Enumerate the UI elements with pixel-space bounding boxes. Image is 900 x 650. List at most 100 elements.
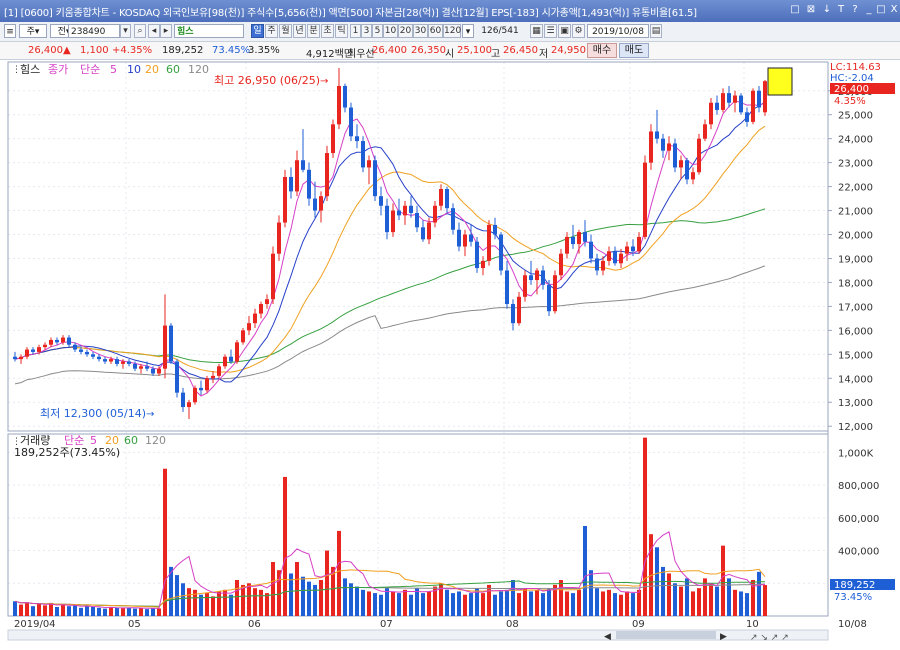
menu-list-icon[interactable]: ≡ bbox=[4, 24, 16, 38]
settings-gear-icon[interactable]: ⚙ bbox=[572, 24, 585, 38]
prev-stock-icon[interactable]: ◂ bbox=[148, 24, 160, 38]
period-tick-button[interactable]: 틱 bbox=[335, 24, 348, 38]
current-price: 26,400 bbox=[28, 45, 63, 56]
lc-label: LC:114.63 bbox=[830, 62, 881, 73]
custom-period-dropdown[interactable]: ▾ bbox=[462, 24, 474, 38]
low-price: 24,950 bbox=[551, 45, 586, 56]
date-tick-label: 2019/04 bbox=[14, 619, 56, 630]
period-minute-button[interactable]: 분 bbox=[307, 24, 320, 38]
volume-bar bbox=[175, 575, 179, 616]
stock-chart[interactable]: 26,00025,00024,00023,00022,00021,00020,0… bbox=[0, 60, 900, 650]
minute-10-button[interactable]: 10 bbox=[383, 24, 398, 38]
candle-body bbox=[247, 323, 251, 331]
candle-body bbox=[691, 172, 695, 180]
volume-bar bbox=[409, 594, 413, 616]
candle-body bbox=[637, 236, 641, 252]
volume-bar bbox=[337, 530, 341, 616]
candle-body bbox=[181, 392, 185, 408]
help-icon[interactable]: ? bbox=[848, 4, 862, 15]
volume-bar bbox=[115, 607, 119, 616]
volume-bar bbox=[715, 586, 719, 616]
restore-icon[interactable]: □ bbox=[788, 4, 802, 15]
minute-60-button[interactable]: 60 bbox=[428, 24, 443, 38]
candle-body bbox=[439, 188, 443, 206]
close-button[interactable]: X bbox=[887, 4, 900, 15]
stock-code-input[interactable]: 238490 bbox=[68, 24, 120, 38]
period-day-button[interactable]: 일 bbox=[251, 24, 264, 38]
period-year-button[interactable]: 년 bbox=[293, 24, 306, 38]
volume-bar bbox=[103, 608, 107, 616]
search-icon[interactable]: ⌕ bbox=[134, 24, 146, 38]
candle-body bbox=[409, 205, 413, 213]
volume-bar bbox=[445, 589, 449, 616]
candle-body bbox=[163, 325, 167, 369]
volume-bar bbox=[313, 584, 317, 616]
up-arrow-icon: ▲ bbox=[63, 45, 71, 56]
minute-30-button[interactable]: 30 bbox=[413, 24, 428, 38]
sell-button[interactable]: 매도 bbox=[619, 43, 649, 58]
volume-bar bbox=[415, 588, 419, 616]
candle-body bbox=[61, 337, 65, 343]
current-price-marker[interactable] bbox=[767, 67, 793, 96]
scroll-left-icon[interactable]: ◀ bbox=[604, 632, 611, 642]
stock-name-field[interactable]: 힘스 bbox=[174, 24, 244, 38]
candle-body bbox=[763, 81, 767, 113]
minute-20-button[interactable]: 20 bbox=[398, 24, 413, 38]
font-icon[interactable]: T bbox=[834, 4, 848, 15]
legend-ma20: 20 bbox=[145, 63, 159, 76]
volume-bar bbox=[163, 468, 167, 616]
volume-bar bbox=[355, 586, 359, 616]
candle-body bbox=[31, 349, 35, 352]
volume-bar bbox=[727, 578, 731, 616]
candle-body bbox=[259, 304, 263, 314]
list-view-icon[interactable]: ☰ bbox=[544, 24, 557, 38]
scroll-thumb[interactable] bbox=[616, 631, 716, 639]
current-price-pct: 4.35% bbox=[834, 96, 866, 107]
candle-body bbox=[43, 344, 47, 348]
minute-5-button[interactable]: 5 bbox=[372, 24, 383, 38]
candle-body bbox=[421, 227, 425, 240]
grid-view-icon[interactable]: ▦ bbox=[530, 24, 543, 38]
candle-body bbox=[355, 136, 359, 142]
next-stock-icon[interactable]: ▸ bbox=[160, 24, 172, 38]
candle-body bbox=[229, 356, 233, 362]
download-icon[interactable]: ↓ bbox=[820, 4, 834, 15]
minute-120-button[interactable]: 120 bbox=[443, 24, 461, 38]
candle-body bbox=[403, 205, 407, 216]
maximize-button[interactable]: □ bbox=[874, 4, 888, 15]
calendar-icon[interactable]: ▤ bbox=[650, 24, 662, 38]
volume-bar bbox=[547, 588, 551, 616]
volume-bar bbox=[343, 578, 347, 616]
volume-bar bbox=[517, 593, 521, 616]
volume-value-tag-text: 189,252 bbox=[834, 580, 875, 591]
volume-bar bbox=[97, 607, 101, 616]
candle-body bbox=[145, 366, 149, 369]
volume-bar bbox=[61, 604, 65, 616]
candle-body bbox=[475, 241, 479, 269]
turnover-rate: 3.35% bbox=[248, 45, 280, 56]
candle-body bbox=[151, 368, 155, 374]
minute-3-button[interactable]: 3 bbox=[361, 24, 372, 38]
code-dropdown-icon[interactable]: ▾ bbox=[120, 24, 131, 38]
zoom-tools-icon[interactable]: ↗ ↘ ↗ ↗ bbox=[750, 633, 789, 643]
link-icon[interactable]: ⊠ bbox=[804, 4, 818, 15]
volume-bar bbox=[679, 586, 683, 616]
date-input[interactable]: 2019/10/08 bbox=[587, 24, 649, 38]
price-tick-label: 23,000 bbox=[838, 159, 873, 170]
candle-body bbox=[451, 208, 455, 230]
volume-bar bbox=[733, 589, 737, 616]
period-second-button[interactable]: 초 bbox=[321, 24, 334, 38]
max-price-arrow: → bbox=[320, 76, 328, 87]
minute-1-button[interactable]: 1 bbox=[350, 24, 361, 38]
candle-body bbox=[619, 253, 623, 264]
period-month-button[interactable]: 월 bbox=[279, 24, 292, 38]
change-percent: +4.35% bbox=[112, 45, 153, 56]
candle-body bbox=[547, 284, 551, 312]
volume-bar bbox=[565, 591, 569, 616]
period-select[interactable]: 주▾ bbox=[19, 24, 47, 38]
save-icon[interactable]: ▣ bbox=[558, 24, 571, 38]
period-week-button[interactable]: 주 bbox=[265, 24, 278, 38]
candle-body bbox=[463, 234, 467, 247]
buy-button[interactable]: 매수 bbox=[587, 43, 617, 58]
scroll-right-icon[interactable]: ▶ bbox=[720, 632, 727, 642]
